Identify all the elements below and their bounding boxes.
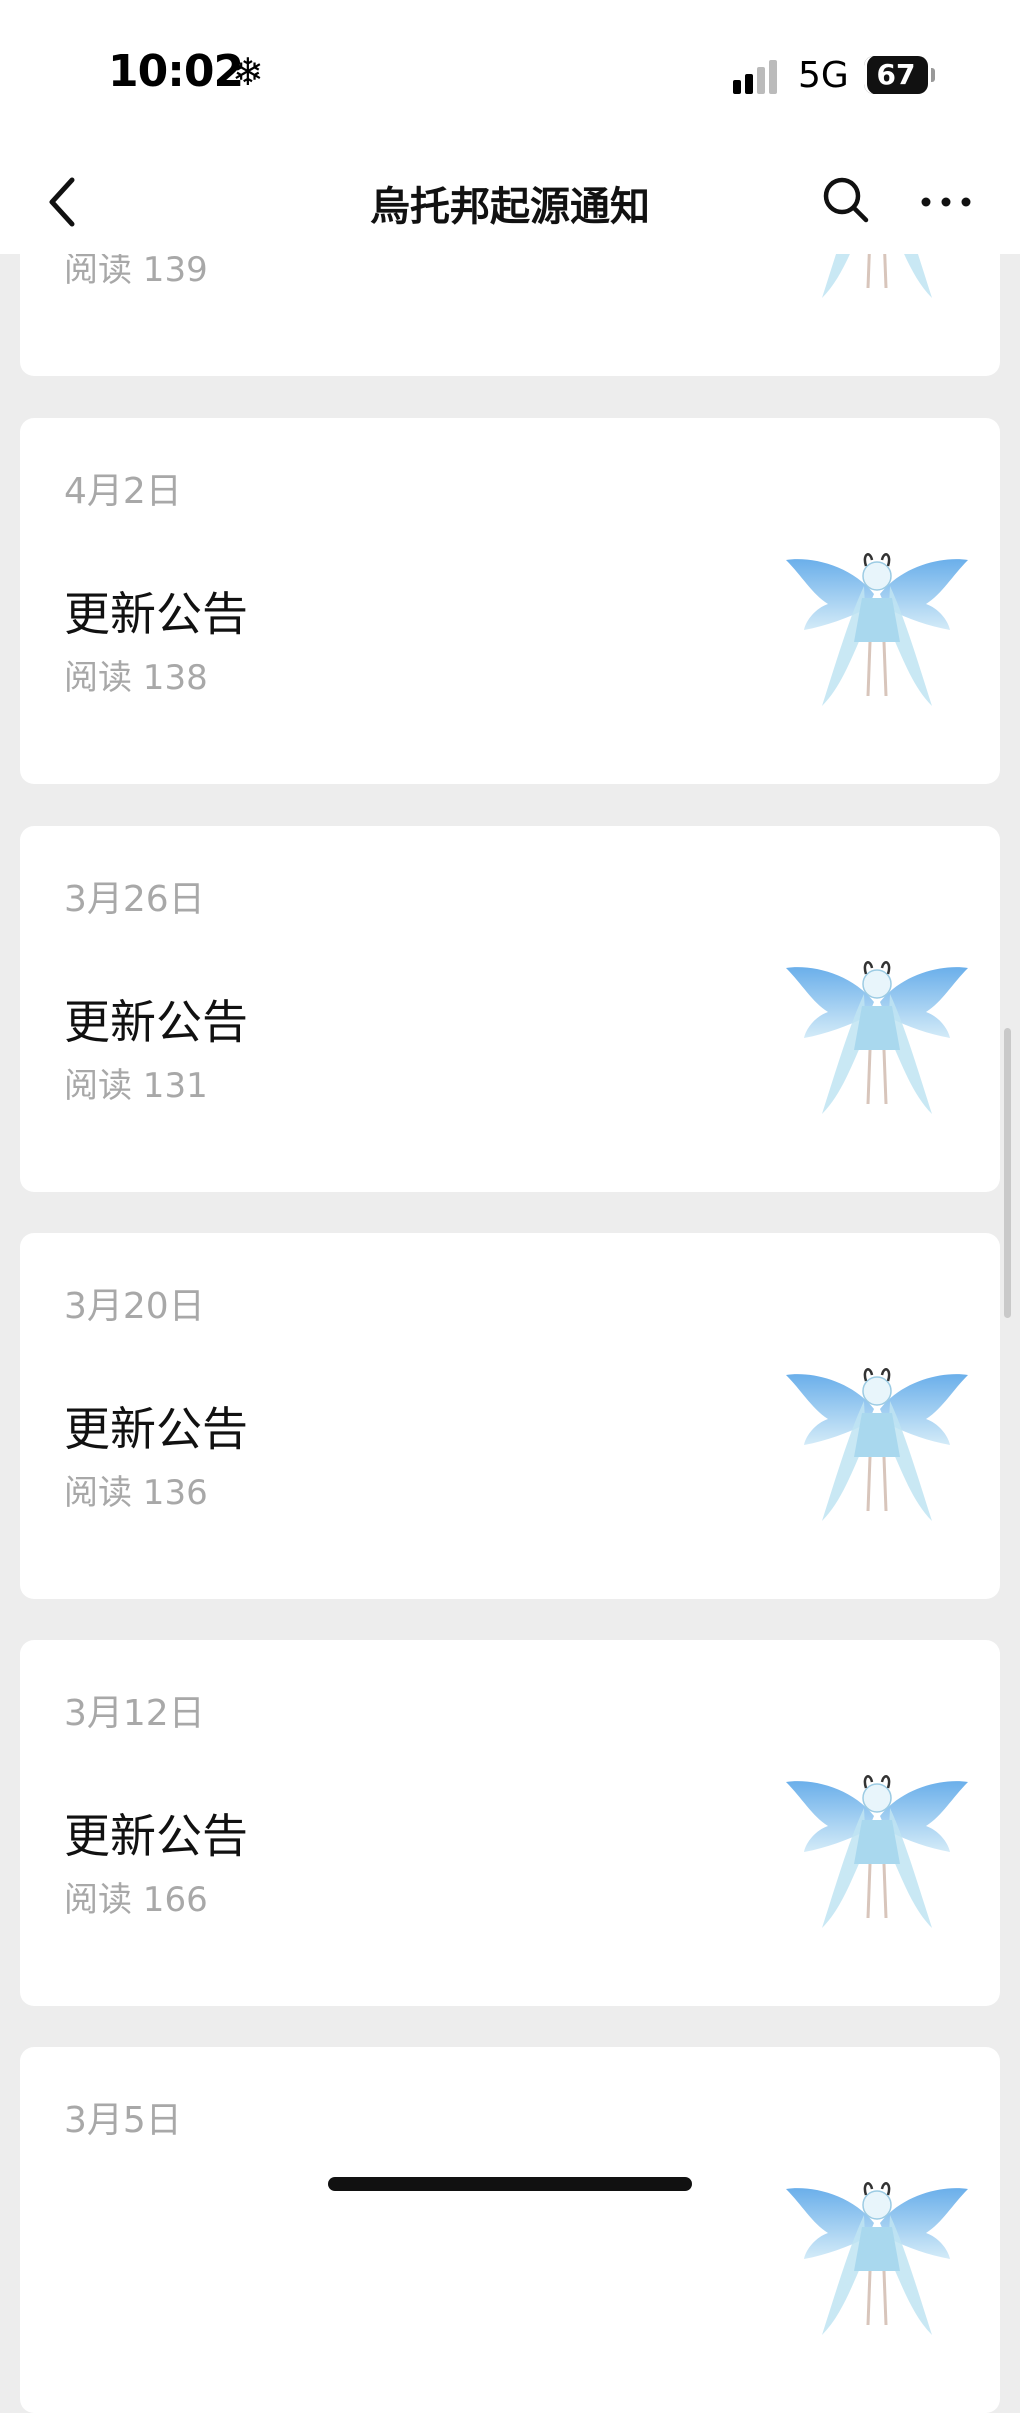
article-card[interactable]: 3月12日 更新公告 阅读 166 [20, 1640, 1000, 2006]
article-card[interactable]: 3月20日 更新公告 阅读 136 [20, 1233, 1000, 1599]
article-date: 3月20日 [64, 1286, 205, 1327]
scrollbar[interactable] [1004, 1028, 1011, 1318]
article-card[interactable]: 4月2日 更新公告 阅读 138 [20, 418, 1000, 784]
status-time: 10:02 [108, 46, 244, 97]
nav-bar: 烏托邦起源通知 [0, 150, 1020, 254]
article-thumbnail [782, 2175, 972, 2345]
status-bar: 10:02 ❄ 5G 67 [0, 0, 1020, 150]
signal-icon [733, 58, 781, 94]
article-date: 4月2日 [64, 471, 182, 512]
article-title: 更新公告 [64, 1402, 248, 1456]
article-title: 更新公告 [64, 587, 248, 641]
home-indicator[interactable] [328, 2177, 692, 2191]
article-title: 更新公告 [64, 1809, 248, 1863]
fairy-thumbnail-image [786, 2182, 968, 2335]
article-date: 3月5日 [64, 2100, 182, 2141]
article-card[interactable]: 3月26日 更新公告 阅读 131 [20, 826, 1000, 1192]
article-read-count: 阅读 136 [64, 1473, 208, 1513]
search-icon[interactable] [818, 172, 874, 228]
page-title: 烏托邦起源通知 [370, 184, 650, 230]
snowflake-icon: ❄ [232, 50, 264, 94]
article-thumbnail [782, 546, 972, 716]
battery-indicator: 67 [864, 56, 935, 94]
fairy-thumbnail-image [786, 961, 968, 1114]
network-type: 5G [798, 55, 849, 96]
fairy-thumbnail-image [786, 1368, 968, 1521]
article-thumbnail [782, 1361, 972, 1531]
fairy-thumbnail-image [786, 1775, 968, 1928]
back-icon[interactable] [38, 172, 86, 232]
article-read-count: 阅读 166 [64, 1880, 208, 1920]
article-card[interactable]: 3月5日 [20, 2047, 1000, 2413]
article-read-count: 阅读 138 [64, 658, 208, 698]
article-read-count: 阅读 131 [64, 1066, 208, 1106]
article-date: 3月12日 [64, 1693, 205, 1734]
article-thumbnail [782, 954, 972, 1124]
article-thumbnail [782, 1768, 972, 1938]
article-title: 更新公告 [64, 995, 248, 1049]
more-icon[interactable] [918, 172, 974, 228]
article-date: 3月26日 [64, 879, 205, 920]
fairy-thumbnail-image [786, 553, 968, 706]
